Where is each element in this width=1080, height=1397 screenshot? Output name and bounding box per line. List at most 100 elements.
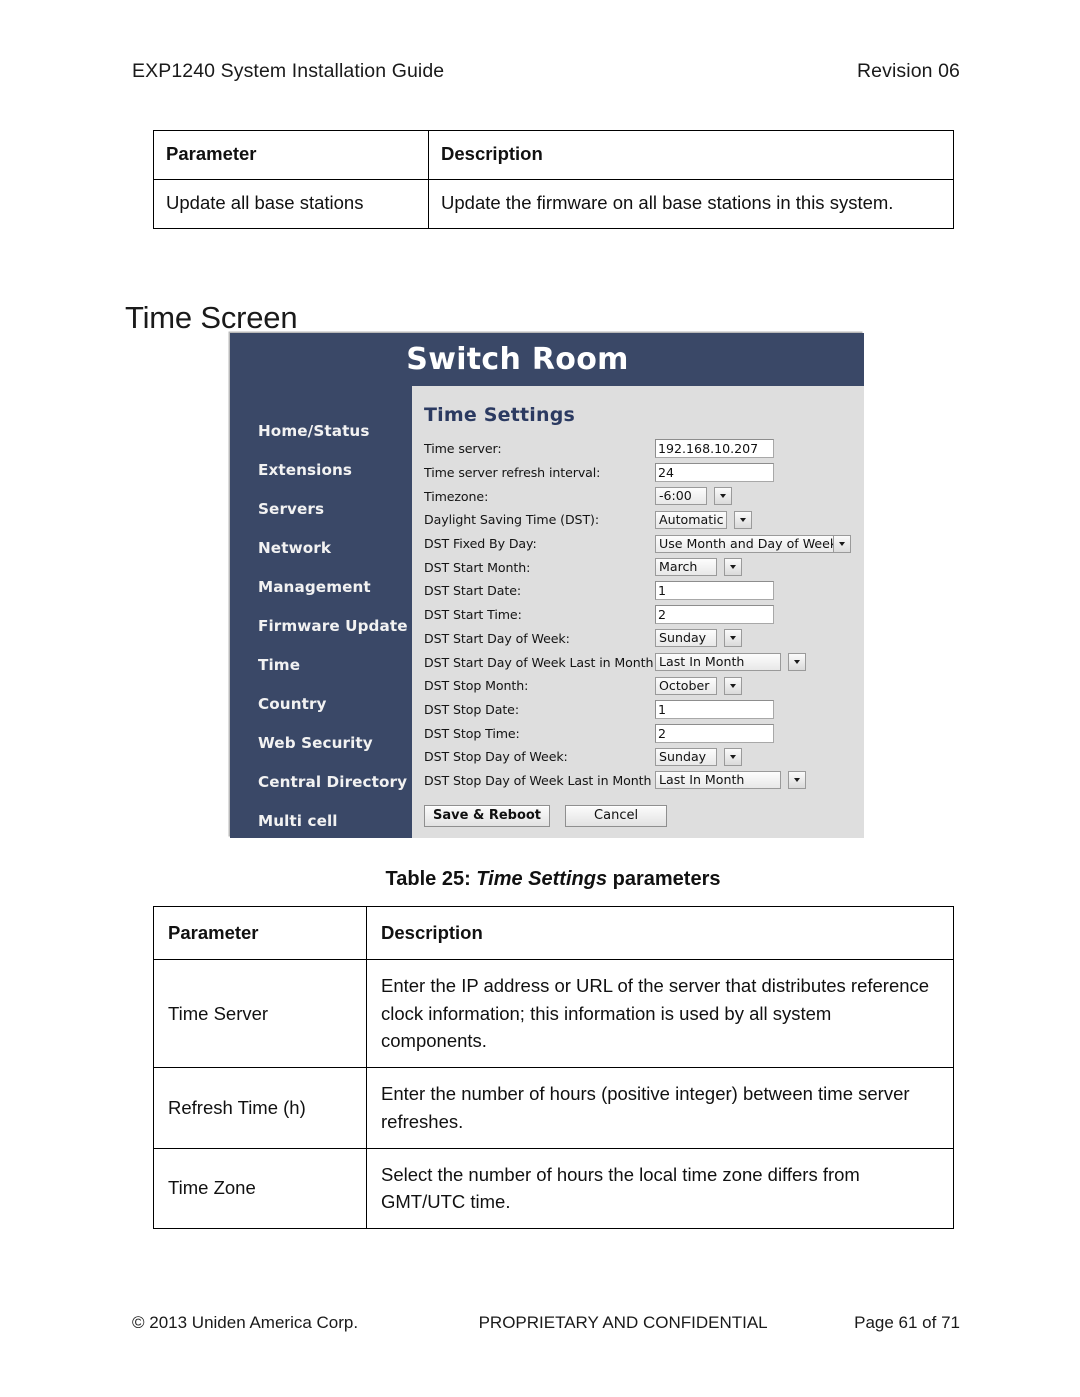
form-row-dst-start-day-of-week-last-in-month: DST Start Day of Week Last in Month Last …: [424, 650, 864, 674]
sidebar-item-label: Servers: [258, 500, 325, 518]
caption-italic-title: Time Settings: [476, 868, 608, 890]
chevron-down-icon[interactable]: [788, 653, 806, 672]
chevron-down-icon[interactable]: [724, 676, 742, 695]
chevron-down-icon[interactable]: [724, 747, 742, 766]
section-heading-time-screen: Time Screen: [125, 299, 298, 335]
footer-page-number: Page 61 of 71: [854, 1313, 960, 1332]
select-dst-stop-day-of-week[interactable]: Sunday: [655, 747, 742, 766]
save-and-reboot-button[interactable]: Save & Reboot: [424, 805, 551, 828]
field-control: October: [655, 676, 742, 695]
select-value: Last In Month: [655, 653, 781, 672]
form-row-time-server: Time server: 192.168.10.207: [424, 437, 864, 461]
app-titlebar: Switch Room: [230, 333, 864, 386]
input-time-server-refresh-interval[interactable]: 24: [655, 463, 774, 483]
cell-description: Enter the IP address or URL of the serve…: [366, 958, 954, 1069]
table-row: Time Zone Select the number of hours the …: [153, 1147, 954, 1229]
sidebar-item-label: Country: [258, 695, 327, 713]
field-control: 1: [655, 699, 774, 719]
field-control: Sunday: [655, 629, 742, 648]
input-dst-start-time[interactable]: 2: [655, 605, 774, 625]
chevron-down-icon[interactable]: [724, 629, 742, 648]
field-label: DST Start Day of Week Last in Month: [424, 654, 654, 670]
sidebar-item-firmware-update[interactable]: Firmware Update: [230, 607, 412, 646]
cancel-button[interactable]: Cancel: [565, 805, 668, 828]
chevron-down-icon[interactable]: [833, 535, 850, 552]
chevron-down-icon[interactable]: [724, 558, 742, 577]
select-dst-start-month[interactable]: March: [655, 558, 742, 577]
field-label: DST Stop Time:: [424, 725, 520, 741]
sidebar-item-web-security[interactable]: Web Security: [230, 724, 412, 763]
sidebar-item-label: Network: [258, 539, 332, 557]
sidebar-item-country[interactable]: Country: [230, 685, 412, 724]
select-dst-stop-month[interactable]: October: [655, 676, 742, 695]
field-label: DST Stop Month:: [424, 678, 529, 694]
sidebar-item-multi-cell[interactable]: Multi cell: [230, 802, 412, 838]
input-time-server[interactable]: 192.168.10.207: [655, 439, 774, 459]
field-control: 24: [655, 463, 774, 483]
sidebar-item-time[interactable]: Time: [230, 646, 412, 685]
table-row: Time Server Enter the IP address or URL o…: [153, 958, 954, 1069]
input-dst-stop-date[interactable]: 1: [655, 699, 774, 719]
select-dst-fixed-by-day[interactable]: Use Month and Day of Week: [655, 534, 851, 553]
sidebar-item-label: Firmware Update: [258, 617, 408, 635]
sidebar-item-home-status[interactable]: Home/Status: [230, 412, 412, 451]
field-label: Daylight Saving Time (DST):: [424, 512, 600, 528]
field-label: Timezone:: [424, 488, 489, 504]
field-label: DST Start Day of Week:: [424, 630, 570, 646]
sidebar-item-central-directory[interactable]: Central Directory: [230, 763, 412, 802]
table-row: Refresh Time (h) Enter the number of hour…: [153, 1067, 954, 1149]
header-document-title: EXP1240 System Installation Guide: [132, 60, 445, 82]
form-row-dst-stop-time: DST Stop Time: 2: [424, 721, 864, 745]
column-header-parameter: Parameter: [153, 906, 367, 960]
select-value: Last In Month: [655, 771, 781, 790]
select-dst-start-day-of-week[interactable]: Sunday: [655, 629, 742, 648]
form-row-dst-stop-month: DST Stop Month: October: [424, 674, 864, 698]
select-value: Use Month and Day of Week: [659, 535, 838, 551]
input-dst-stop-time[interactable]: 2: [655, 723, 774, 743]
column-header-parameter: Parameter: [153, 130, 429, 180]
sidebar-item-label: Web Security: [258, 734, 373, 752]
column-header-description: Description: [428, 130, 954, 180]
field-label: DST Start Date:: [424, 583, 521, 599]
form-row-dst-start-day-of-week: DST Start Day of Week: Sunday: [424, 627, 864, 651]
input-dst-start-date[interactable]: 1: [655, 581, 774, 601]
field-control: Last In Month: [655, 653, 806, 672]
cell-parameter: Time Zone: [153, 1147, 367, 1229]
sidebar-item-management[interactable]: Management: [230, 568, 412, 607]
footer-confidentiality-notice: PROPRIETARY AND CONFIDENTIAL: [478, 1313, 768, 1332]
embedded-app-screenshot: Switch Room Home/Status Extensions Servers…: [230, 333, 864, 838]
select-dst-start-day-of-week-last-in-month[interactable]: Last In Month: [655, 653, 806, 672]
footer-copyright: © 2013 Uniden America Corp.: [132, 1313, 359, 1332]
field-control: 2: [655, 605, 774, 625]
chevron-down-icon[interactable]: [714, 487, 732, 506]
header-revision: Revision 06: [857, 60, 960, 82]
field-control: Automatic: [655, 510, 752, 529]
sidebar-item-servers[interactable]: Servers: [230, 490, 412, 529]
field-control: 1: [655, 581, 774, 601]
cell-parameter: Refresh Time (h): [153, 1067, 367, 1149]
form-row-dst-start-month: DST Start Month: March: [424, 555, 864, 579]
table-caption: Table 25: Time Settings parameters: [153, 868, 953, 891]
select-value: -6:00: [655, 487, 707, 506]
form-row-time-server-refresh-interval: Time server refresh interval: 24: [424, 461, 864, 485]
sidebar-item-extensions[interactable]: Extensions: [230, 451, 412, 490]
sidebar-item-network[interactable]: Network: [230, 529, 412, 568]
select-daylight-saving-time-dst[interactable]: Automatic: [655, 510, 752, 529]
cell-parameter: Time Server: [153, 958, 367, 1069]
field-label: DST Stop Day of Week:: [424, 749, 568, 765]
select-value: October: [655, 676, 717, 695]
form-row-dst-fixed-by-day: DST Fixed By Day: Use Month and Day of We…: [424, 532, 864, 556]
field-label: Time server:: [424, 441, 502, 457]
select-timezone[interactable]: -6:00: [655, 487, 732, 506]
select-value: Automatic: [655, 510, 727, 529]
sidebar-item-label: Home/Status: [258, 422, 370, 440]
select-dst-stop-day-of-week-last-in-month[interactable]: Last In Month: [655, 771, 806, 790]
field-control: 192.168.10.207: [655, 439, 774, 459]
select-value: Sunday: [655, 747, 717, 766]
form-row-daylight-saving-time-dst: Daylight Saving Time (DST): Automatic: [424, 508, 864, 532]
caption-suffix: parameters: [607, 868, 721, 890]
chevron-down-icon[interactable]: [788, 771, 806, 790]
field-label: DST Start Month:: [424, 559, 531, 575]
sidebar-item-label: Multi cell: [258, 812, 338, 830]
chevron-down-icon[interactable]: [734, 510, 752, 529]
